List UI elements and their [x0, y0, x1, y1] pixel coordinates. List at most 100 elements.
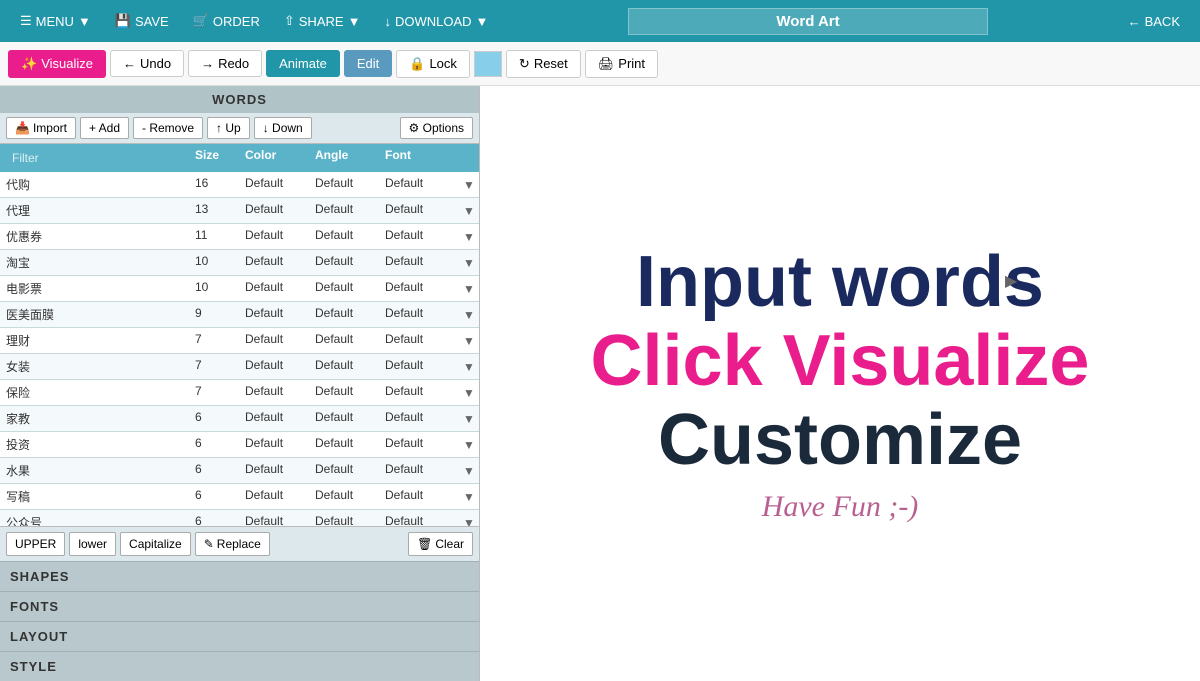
order-button[interactable]: 🛒 ORDER — [183, 7, 270, 35]
table-row[interactable]: 水果 6 Default Default Default ▼ — [0, 458, 479, 484]
canvas-line3: Customize — [591, 401, 1090, 480]
word-cell: 水果 — [0, 458, 189, 483]
words-bottom-toolbar: UPPER lower Capitalize ✎ Replace 🗑 Clear — [0, 526, 479, 561]
angle-cell: Default — [309, 432, 379, 457]
down-button[interactable]: ↓ Down — [254, 117, 312, 139]
top-nav: ☰ MENU ▼ 💾 SAVE 🛒 ORDER ⇧ SHARE ▼ ↓ DOWN… — [0, 0, 1200, 42]
size-cell: 16 — [189, 172, 239, 197]
style-section[interactable]: STYLE — [0, 651, 479, 681]
save-button[interactable]: 💾 SAVE — [105, 7, 179, 35]
row-arrow[interactable]: ▼ — [459, 198, 479, 223]
edit-button[interactable]: Edit — [344, 50, 392, 77]
font-cell: Default — [379, 458, 459, 483]
options-button[interactable]: ⚙ Options — [400, 117, 473, 139]
angle-cell: Default — [309, 302, 379, 327]
words-header: WORDS — [0, 86, 479, 113]
color-cell: Default — [239, 354, 309, 379]
up-button[interactable]: ↑ Up — [207, 117, 250, 139]
back-button[interactable]: ← BACK — [1118, 8, 1190, 35]
color-cell: Default — [239, 328, 309, 353]
share-button[interactable]: ⇧ SHARE ▼ — [274, 7, 371, 35]
size-cell: 6 — [189, 432, 239, 457]
undo-icon: ← — [123, 56, 136, 71]
row-arrow[interactable]: ▼ — [459, 224, 479, 249]
table-row[interactable]: 电影票 10 Default Default Default ▼ — [0, 276, 479, 302]
lower-button[interactable]: lower — [69, 532, 116, 556]
table-row[interactable]: 淘宝 10 Default Default Default ▼ — [0, 250, 479, 276]
row-arrow[interactable]: ▼ — [459, 354, 479, 379]
row-arrow[interactable]: ▼ — [459, 458, 479, 483]
angle-cell: Default — [309, 484, 379, 509]
layout-section[interactable]: LAYOUT — [0, 621, 479, 651]
row-arrow[interactable]: ▼ — [459, 172, 479, 197]
filter-input[interactable] — [6, 148, 183, 168]
row-arrow[interactable]: ▼ — [459, 484, 479, 509]
size-cell: 9 — [189, 302, 239, 327]
toolbar: ✨ Visualize ← Undo → Redo Animate Edit 🔒… — [0, 42, 1200, 86]
row-arrow[interactable]: ▼ — [459, 380, 479, 405]
size-cell: 10 — [189, 276, 239, 301]
font-cell: Default — [379, 302, 459, 327]
row-arrow[interactable]: ▼ — [459, 250, 479, 275]
size-cell: 6 — [189, 510, 239, 526]
row-arrow[interactable]: ▼ — [459, 432, 479, 457]
capitalize-button[interactable]: Capitalize — [120, 532, 191, 556]
title-input[interactable] — [628, 8, 988, 35]
color-cell: Default — [239, 458, 309, 483]
undo-button[interactable]: ← Undo — [110, 50, 184, 77]
table-row[interactable]: 理财 7 Default Default Default ▼ — [0, 328, 479, 354]
font-cell: Default — [379, 432, 459, 457]
replace-button[interactable]: ✎ Replace — [195, 532, 270, 556]
color-header: Color — [239, 144, 309, 172]
redo-button[interactable]: → Redo — [188, 50, 262, 77]
print-icon: 🖨 — [598, 56, 615, 72]
menu-chevron-icon: ▼ — [78, 14, 91, 29]
clear-button[interactable]: 🗑 Clear — [408, 532, 473, 556]
print-button[interactable]: 🖨 Print — [585, 50, 658, 78]
color-cell: Default — [239, 172, 309, 197]
table-row[interactable]: 写稿 6 Default Default Default ▼ — [0, 484, 479, 510]
table-row[interactable]: 家教 6 Default Default Default ▼ — [0, 406, 479, 432]
table-header: Size Color Angle Font — [0, 144, 479, 172]
visualize-button[interactable]: ✨ Visualize — [8, 50, 106, 78]
shapes-section[interactable]: SHAPES — [0, 561, 479, 591]
word-cell: 写稿 — [0, 484, 189, 509]
upper-button[interactable]: UPPER — [6, 532, 65, 556]
row-arrow[interactable]: ▼ — [459, 276, 479, 301]
table-row[interactable]: 女装 7 Default Default Default ▼ — [0, 354, 479, 380]
table-row[interactable]: 优惠券 11 Default Default Default ▼ — [0, 224, 479, 250]
menu-button[interactable]: ☰ MENU ▼ — [10, 7, 101, 35]
table-row[interactable]: 投资 6 Default Default Default ▼ — [0, 432, 479, 458]
add-button[interactable]: + Add — [80, 117, 129, 139]
fonts-section[interactable]: FONTS — [0, 591, 479, 621]
word-cell: 公众号 — [0, 510, 189, 526]
font-cell: Default — [379, 380, 459, 405]
table-row[interactable]: 代理 13 Default Default Default ▼ — [0, 198, 479, 224]
action-header — [459, 144, 479, 172]
row-arrow[interactable]: ▼ — [459, 406, 479, 431]
animate-button[interactable]: Animate — [266, 50, 340, 77]
lock-button[interactable]: 🔒 Lock — [396, 50, 470, 78]
table-row[interactable]: 公众号 6 Default Default Default ▼ — [0, 510, 479, 526]
size-cell: 11 — [189, 224, 239, 249]
color-swatch[interactable] — [474, 51, 502, 77]
words-table[interactable]: 代购 16 Default Default Default ▼ 代理 13 De… — [0, 172, 479, 526]
word-cell: 代理 — [0, 198, 189, 223]
table-row[interactable]: 保险 7 Default Default Default ▼ — [0, 380, 479, 406]
reset-button[interactable]: ↻ Reset — [506, 50, 581, 78]
row-arrow[interactable]: ▼ — [459, 510, 479, 526]
row-arrow[interactable]: ▼ — [459, 328, 479, 353]
download-button[interactable]: ↓ DOWNLOAD ▼ — [374, 8, 498, 35]
angle-cell: Default — [309, 276, 379, 301]
left-panel: WORDS 📥 Import + Add - Remove ↑ Up ↓ Dow… — [0, 86, 480, 681]
table-row[interactable]: 医美面膜 9 Default Default Default ▼ — [0, 302, 479, 328]
import-icon: 📥 — [15, 121, 30, 135]
size-header: Size — [189, 144, 239, 172]
menu-icon: ☰ — [20, 13, 32, 29]
import-button[interactable]: 📥 Import — [6, 117, 76, 139]
remove-button[interactable]: - Remove — [133, 117, 203, 139]
row-arrow[interactable]: ▼ — [459, 302, 479, 327]
size-cell: 7 — [189, 354, 239, 379]
save-icon: 💾 — [115, 13, 131, 29]
table-row[interactable]: 代购 16 Default Default Default ▼ — [0, 172, 479, 198]
